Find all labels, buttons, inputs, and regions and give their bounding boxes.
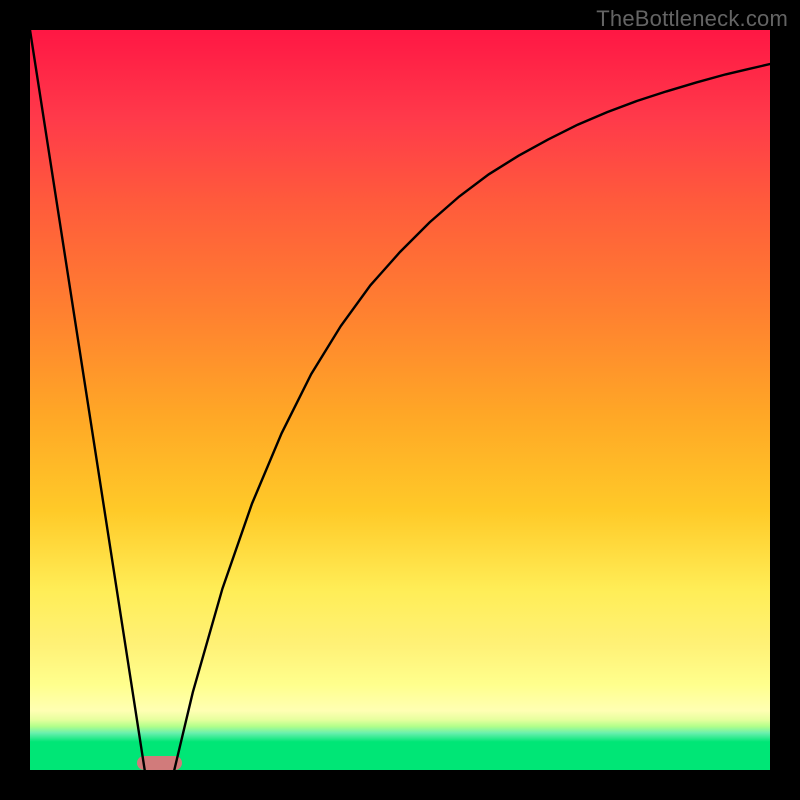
watermark-text: TheBottleneck.com bbox=[596, 6, 788, 32]
plot-area bbox=[30, 30, 770, 770]
bottleneck-curve bbox=[30, 30, 770, 770]
chart-frame: TheBottleneck.com bbox=[0, 0, 800, 800]
